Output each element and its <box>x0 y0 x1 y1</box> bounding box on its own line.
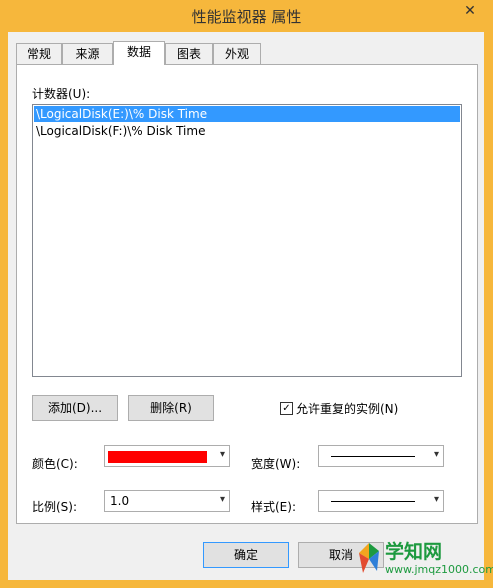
tab-general[interactable]: 常规 <box>16 43 62 64</box>
chevron-down-icon: ▾ <box>433 494 439 505</box>
scale-dropdown[interactable]: 1.0 ▾ <box>104 490 230 512</box>
remove-counter-button[interactable]: 删除(R) <box>128 395 214 421</box>
chevron-down-icon: ▾ <box>219 449 225 460</box>
watermark-title: 学知网 <box>385 541 443 563</box>
allow-duplicates-label: 允许重复的实例(N) <box>296 402 399 416</box>
add-counter-button[interactable]: 添加(D)... <box>32 395 118 421</box>
tab-source[interactable]: 来源 <box>62 43 113 64</box>
tab-appearance[interactable]: 外观 <box>213 43 261 64</box>
scale-label: 比例(S): <box>32 500 78 514</box>
chevron-down-icon: ▾ <box>219 494 225 505</box>
checkbox-check-icon[interactable]: ✓ <box>280 402 293 415</box>
color-dropdown[interactable]: ▾ <box>104 445 230 467</box>
counter-list-item[interactable]: \LogicalDisk(E:)\% Disk Time <box>34 106 460 122</box>
tab-data[interactable]: 数据 <box>113 41 165 65</box>
line-width-sample <box>331 456 415 457</box>
properties-window: 性能监视器 属性 ✕ 常规 来源 数据 图表 外观 计数器(U): \Logic… <box>0 0 493 588</box>
dialog-client-area: 常规 来源 数据 图表 外观 计数器(U): \LogicalDisk(E:)\… <box>8 32 484 580</box>
watermark-url: www.jmqz1000.com <box>385 563 493 576</box>
tab-graph[interactable]: 图表 <box>165 43 213 64</box>
watermark-logo-icon <box>359 543 379 573</box>
color-swatch <box>108 451 207 463</box>
ok-button[interactable]: 确定 <box>203 542 289 568</box>
width-dropdown[interactable]: ▾ <box>318 445 444 467</box>
color-label: 颜色(C): <box>32 457 78 471</box>
counters-label: 计数器(U): <box>32 87 91 101</box>
title-bar[interactable]: 性能监视器 属性 ✕ <box>0 0 493 32</box>
style-dropdown[interactable]: ▾ <box>318 490 444 512</box>
data-tab-panel: 计数器(U): \LogicalDisk(E:)\% Disk Time \Lo… <box>16 64 478 524</box>
scale-value: 1.0 <box>110 494 130 508</box>
chevron-down-icon: ▾ <box>433 449 439 460</box>
counter-list[interactable]: \LogicalDisk(E:)\% Disk Time \LogicalDis… <box>32 104 462 377</box>
watermark: 学知网 www.jmqz1000.com <box>355 537 493 583</box>
width-label: 宽度(W): <box>251 457 301 471</box>
line-style-sample <box>331 501 415 502</box>
close-icon[interactable]: ✕ <box>453 0 487 22</box>
window-title: 性能监视器 属性 <box>191 8 302 26</box>
counter-list-item[interactable]: \LogicalDisk(F:)\% Disk Time <box>34 123 460 139</box>
style-label: 样式(E): <box>251 500 296 514</box>
